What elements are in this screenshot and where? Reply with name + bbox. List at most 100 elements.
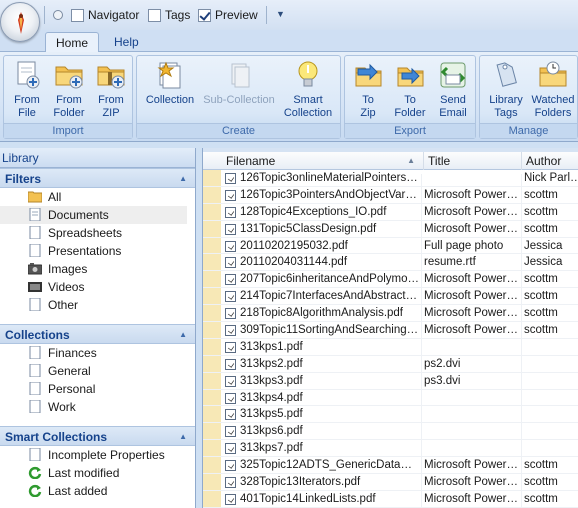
smart-last-added-label: Last added: [48, 484, 108, 498]
cell-title: Microsoft PowerP...: [424, 290, 520, 303]
filter-videos[interactable]: Videos: [0, 278, 195, 296]
filter-all[interactable]: All: [0, 188, 195, 206]
cell-filename: 401Topic14LinkedLists.pdf: [240, 492, 376, 505]
row-flag-strip: [203, 338, 221, 355]
qat-small-icon[interactable]: [53, 10, 63, 20]
smart-collections-header[interactable]: Smart Collections ▲: [0, 426, 195, 446]
library-tags-label: Library Tags: [489, 94, 523, 119]
cell-title: ps3.dvi: [424, 374, 461, 387]
collection-finances[interactable]: Finances: [0, 344, 195, 362]
pdf-file-icon: [225, 325, 236, 337]
qat-separator: [44, 6, 45, 24]
cell-filename: 20110202195032.pdf: [240, 239, 348, 252]
pdf-file-icon: [225, 240, 236, 252]
ribbon-group-export: To Zip To Folder Send Email Export: [344, 55, 476, 139]
group-label-create: Create: [137, 123, 340, 138]
column-author[interactable]: Author: [522, 152, 578, 170]
to-folder-button[interactable]: To Folder: [388, 59, 432, 120]
cell-author: Jessica: [524, 239, 563, 252]
column-title[interactable]: Title: [424, 152, 522, 170]
smart-last-modified[interactable]: Last modified: [0, 464, 195, 482]
filters-header[interactable]: Filters ▲: [0, 168, 195, 188]
cell-filename: 309Topic11SortingAndSearching.pdf: [240, 324, 419, 337]
navigator-toggle[interactable]: Navigator: [71, 7, 139, 23]
cell-author: scottm: [524, 307, 558, 320]
from-file-icon: [11, 59, 43, 91]
from-file-label: From File: [14, 94, 40, 119]
pdf-file-icon: [225, 443, 236, 455]
row-flag-strip: [203, 389, 221, 406]
customize-qat-icon[interactable]: ▼: [276, 9, 285, 19]
cell-title: Microsoft PowerP...: [424, 324, 520, 337]
filter-spreadsheets[interactable]: Spreadsheets: [0, 224, 195, 242]
ribbon-group-manage: Library Tags Watched Folders Manage: [479, 55, 578, 139]
library-header: Library: [0, 148, 195, 168]
filter-other-label: Other: [48, 298, 79, 312]
filter-presentations[interactable]: Presentations: [0, 242, 195, 260]
row-flag-strip: [203, 355, 221, 372]
tab-help[interactable]: Help: [104, 32, 149, 53]
cell-filename: 126Topic3onlineMaterialPointersAn...: [240, 172, 419, 184]
to-zip-button[interactable]: To Zip: [346, 59, 390, 120]
send-email-button[interactable]: Send Email: [431, 59, 475, 120]
row-flag-strip: [203, 440, 221, 457]
filter-presentations-label: Presentations: [48, 244, 122, 258]
collapse-collections-icon[interactable]: ▲: [179, 325, 187, 345]
tags-toggle[interactable]: Tags: [148, 7, 190, 23]
collection-general[interactable]: General: [0, 362, 195, 380]
to-folder-icon: [394, 59, 426, 91]
tab-home[interactable]: Home: [45, 32, 100, 53]
collections-title: Collections: [5, 328, 70, 342]
other-icon: [29, 298, 41, 311]
library-tags-button[interactable]: Library Tags: [483, 59, 529, 120]
app-menu-button[interactable]: [0, 2, 40, 42]
filter-images[interactable]: Images: [0, 260, 195, 278]
filter-videos-label: Videos: [48, 280, 85, 294]
cell-title: Microsoft PowerP...: [424, 188, 520, 201]
smart-collections-title: Smart Collections: [5, 430, 108, 444]
preview-checkbox[interactable]: [198, 8, 211, 22]
collection-button[interactable]: Collection: [140, 59, 200, 107]
filter-documents[interactable]: Documents: [0, 206, 187, 224]
watched-folders-button[interactable]: Watched Folders: [528, 59, 578, 120]
cell-title: Microsoft PowerP...: [424, 459, 520, 472]
to-zip-icon: [352, 59, 384, 91]
smart-last-added[interactable]: Last added: [0, 482, 195, 500]
navigator-checkbox[interactable]: [71, 8, 84, 22]
smart-collection-button[interactable]: Smart Collection: [278, 59, 338, 120]
from-zip-button[interactable]: From ZIP: [89, 59, 133, 120]
tags-checkbox[interactable]: [148, 8, 161, 22]
smart-incomplete-label: Incomplete Properties: [48, 448, 165, 462]
collection-work[interactable]: Work: [0, 398, 195, 416]
spreadsheet-icon: [29, 226, 41, 239]
sub-collection-button[interactable]: Sub-Collection: [200, 59, 278, 107]
sort-ascending-icon: ▲: [407, 156, 415, 165]
collection-finances-label: Finances: [48, 346, 97, 360]
preview-toggle[interactable]: Preview: [198, 7, 258, 23]
pdf-file-icon: [225, 206, 236, 218]
collections-header[interactable]: Collections ▲: [0, 324, 195, 344]
from-folder-button[interactable]: From Folder: [47, 59, 91, 120]
cell-title: Full page photo: [424, 239, 504, 252]
from-file-button[interactable]: From File: [5, 59, 49, 120]
smart-incomplete-properties[interactable]: Incomplete Properties: [0, 446, 195, 464]
collapse-filters-icon[interactable]: ▲: [179, 169, 187, 189]
filter-images-label: Images: [48, 262, 88, 276]
pdf-file-icon: [225, 426, 236, 438]
collection-personal[interactable]: Personal: [0, 380, 195, 398]
cell-filename: 214Topic7InterfacesAndAbstractCl...: [240, 290, 419, 303]
cell-title: Microsoft PowerP...: [424, 273, 520, 286]
cell-filename: 126Topic3PointersAndObjectVaria...: [240, 188, 419, 201]
cell-title: ps2.dvi: [424, 357, 461, 370]
sub-collection-label: Sub-Collection: [203, 94, 275, 106]
collapse-smart-collections-icon[interactable]: ▲: [179, 427, 187, 447]
watched-folders-icon: [537, 59, 569, 91]
column-filename[interactable]: Filename ▲: [222, 152, 424, 170]
cell-title: resume.rtf: [424, 256, 476, 269]
filter-other[interactable]: Other: [0, 296, 195, 314]
pdf-file-icon: [225, 223, 236, 235]
pdf-file-icon: [225, 477, 236, 489]
to-zip-label: To Zip: [360, 94, 376, 119]
cell-filename: 20110204031144.pdf: [240, 256, 348, 269]
